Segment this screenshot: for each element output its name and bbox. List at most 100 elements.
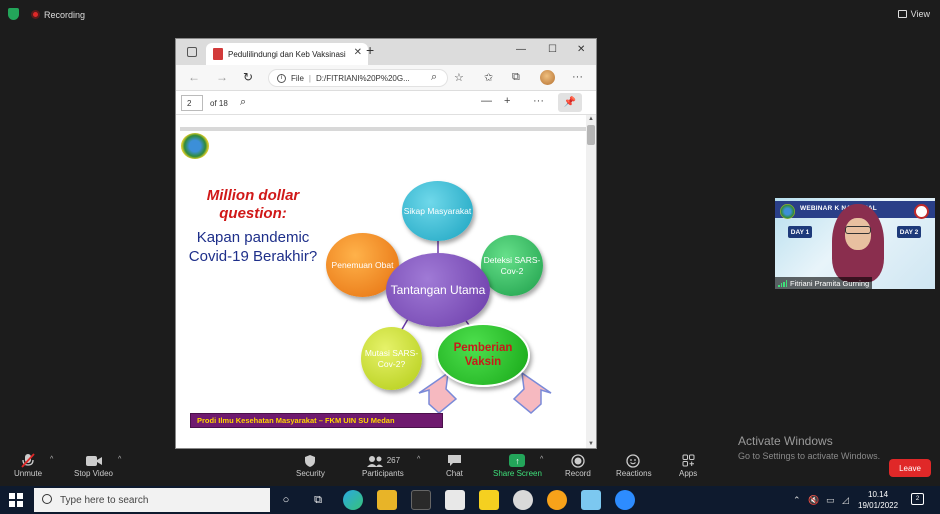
zoom-in-icon[interactable]: +	[504, 95, 510, 107]
url-separator: |	[308, 73, 311, 83]
taskbar-search-input[interactable]: Type here to search	[34, 488, 270, 512]
maximize-icon[interactable]: ☐	[548, 44, 557, 55]
record-icon	[571, 452, 585, 469]
microsoft-store-icon[interactable]	[411, 490, 431, 510]
share-screen-label: Share Screen	[493, 469, 542, 478]
notification-center-icon[interactable]: 2	[911, 493, 924, 505]
record-button[interactable]: Record	[565, 452, 591, 478]
unmute-label: Unmute	[14, 469, 43, 478]
unmute-button[interactable]: Unmute	[14, 452, 42, 478]
chat-label: Chat	[446, 469, 463, 478]
reactions-button[interactable]: Reactions	[616, 452, 652, 478]
windows-start-icon[interactable]	[9, 493, 23, 507]
participants-count: 267	[386, 456, 401, 465]
search-icon	[42, 494, 52, 504]
network-icon[interactable]: ◿	[842, 495, 849, 506]
arrow-left	[418, 371, 458, 414]
new-tab-plus-icon[interactable]: +	[366, 42, 374, 58]
scroll-down-icon[interactable]: ▼	[588, 441, 594, 447]
more-menu-icon[interactable]: ···	[572, 71, 583, 83]
clipboard-icon[interactable]: ▭	[826, 495, 835, 506]
apps-button[interactable]: Apps	[679, 452, 697, 478]
participants-caret-icon[interactable]: ^	[417, 456, 420, 463]
stop-video-label: Stop Video	[74, 469, 113, 478]
tab-close-icon[interactable]: ✕	[354, 47, 362, 58]
minimize-icon[interactable]: —	[516, 44, 526, 55]
favorite-star-icon[interactable]: ☆	[454, 71, 464, 84]
browser-tab-active[interactable]: Pedulilindungi dan Keb Vaksinasi ✕	[206, 43, 368, 65]
zoom-out-icon[interactable]: —	[481, 95, 492, 107]
share-options-caret-icon[interactable]: ^	[540, 456, 543, 463]
back-arrow-icon[interactable]: ←	[188, 70, 200, 84]
cortana-circle-icon[interactable]: ○	[276, 490, 296, 510]
volume-muted-icon[interactable]: 🔇	[808, 495, 819, 506]
pin-toolbar-icon[interactable]: 📌	[558, 93, 582, 112]
pdf-viewer[interactable]: Million dollar question: Kapan pandemic …	[176, 115, 596, 448]
participant-face	[845, 218, 871, 250]
stop-video-button[interactable]: Stop Video	[74, 452, 113, 478]
browser-tab-bar: Pedulilindungi dan Keb Vaksinasi ✕ + — ☐…	[176, 39, 596, 65]
window-close-icon[interactable]: ✕	[577, 44, 585, 55]
activate-title: Activate Windows	[738, 434, 833, 448]
favorites-list-icon[interactable]: ✩	[484, 71, 493, 84]
audio-options-caret-icon[interactable]: ^	[50, 456, 53, 463]
mail-icon[interactable]	[445, 490, 465, 510]
banner-logo-right	[914, 204, 929, 219]
security-shield-icon[interactable]	[8, 8, 19, 20]
pdf-toolbar: 2 of 18 ⌕ — + ··· 📌	[176, 91, 596, 115]
paint-icon[interactable]	[513, 490, 533, 510]
refresh-icon[interactable]: ↻	[243, 70, 253, 84]
profile-avatar[interactable]	[540, 70, 555, 85]
bubble-mutasi-sars-cov-2: Mutasi SARS-Cov-2?	[361, 327, 422, 390]
file-explorer-icon[interactable]	[377, 490, 397, 510]
site-info-icon[interactable]: i	[277, 73, 286, 83]
leave-button[interactable]: Leave	[889, 459, 931, 477]
day2-label: DAY 2	[897, 226, 921, 238]
zoom-meeting-window: Recording View Pedulilindungi dan Keb Va…	[0, 0, 940, 514]
pdf-file-icon	[213, 48, 223, 60]
tab-actions-icon[interactable]	[187, 47, 197, 57]
bubble-pemberian-vaksin: Pemberian Vaksin	[436, 323, 530, 387]
activate-subtitle: Go to Settings to activate Windows.	[738, 451, 881, 461]
clock-time: 10.14	[868, 490, 889, 499]
taskbar-clock[interactable]: 10.14 19/01/2022	[858, 489, 898, 511]
scroll-up-icon[interactable]: ▲	[588, 116, 594, 122]
task-view-icon[interactable]: ⧉	[308, 490, 328, 510]
bubble-sikap-masyarakat: Sikap Masyarakat	[402, 181, 473, 241]
chat-button[interactable]: Chat	[446, 452, 463, 478]
arrow-right	[512, 371, 552, 414]
bubble-deteksi-sars-cov-2: Deteksi SARS-Cov-2	[481, 235, 543, 296]
page-number-input[interactable]: 2	[181, 95, 203, 111]
tray-chevron-icon[interactable]: ⌃	[793, 495, 801, 506]
zoom-app-icon[interactable]	[615, 490, 635, 510]
scroll-thumb[interactable]	[587, 125, 595, 145]
activate-windows-watermark: Activate Windows Go to Settings to activ…	[738, 434, 880, 461]
url-field[interactable]: i File | D:/FITRIANI%20P%20G...	[268, 69, 448, 87]
forward-arrow-icon[interactable]: →	[216, 70, 228, 84]
security-button[interactable]: Security	[296, 452, 325, 478]
banner-logo-left	[780, 204, 795, 219]
media-player-icon[interactable]	[547, 490, 567, 510]
pdf-scrollbar[interactable]: ▲ ▼	[586, 115, 596, 448]
sticky-notes-icon[interactable]	[479, 490, 499, 510]
search-placeholder: Type here to search	[60, 494, 149, 506]
participants-button[interactable]: 267 Participants	[362, 452, 404, 478]
photos-icon[interactable]	[581, 490, 601, 510]
slide-footer: Prodi Ilmu Kesehatan Masyarakat – FKM UI…	[190, 413, 443, 428]
pdf-more-icon[interactable]: ···	[533, 95, 544, 107]
view-button[interactable]: View	[897, 9, 930, 19]
collections-icon[interactable]: ⧉	[512, 71, 520, 84]
video-options-caret-icon[interactable]: ^	[118, 456, 121, 463]
url-text: D:/FITRIANI%20P%20G...	[315, 73, 410, 83]
zoom-magnifier-icon[interactable]: ⌕	[431, 71, 437, 84]
share-screen-button[interactable]: ↑ Share Screen	[493, 452, 542, 478]
pdf-search-icon[interactable]: ⌕	[240, 96, 246, 109]
participant-video-tile[interactable]: WEBINAR K NASIONAL DAY 1 DAY 2 Fitriani …	[775, 198, 935, 289]
signal-bars-icon	[778, 279, 787, 287]
zoom-top-bar: Recording View	[0, 0, 940, 28]
participant-glasses	[845, 226, 871, 234]
shared-browser-window: Pedulilindungi dan Keb Vaksinasi ✕ + — ☐…	[175, 38, 597, 449]
reactions-smiley-icon	[626, 452, 641, 469]
edge-browser-icon[interactable]	[343, 490, 363, 510]
tab-title: Pedulilindungi dan Keb Vaksinasi	[228, 49, 346, 59]
